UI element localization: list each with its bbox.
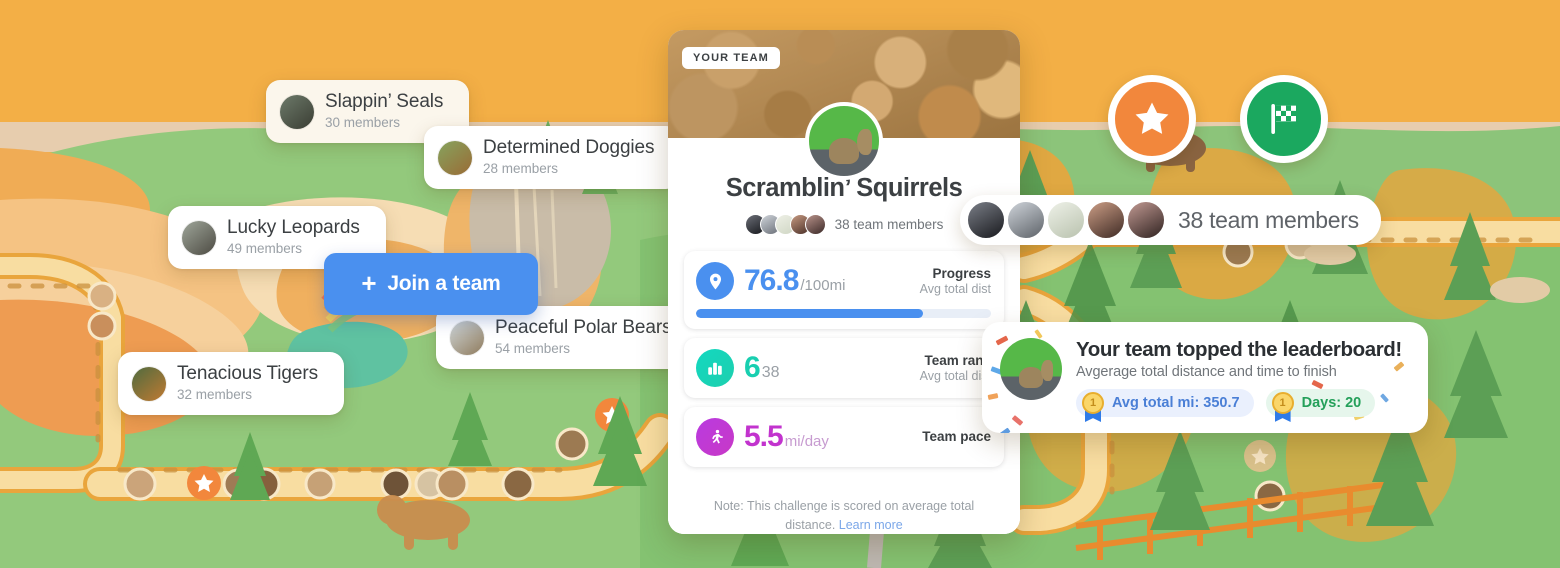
leaderboard-toast[interactable]: Your team topped the leaderboard! Avgera…: [982, 322, 1428, 433]
runner-icon: [696, 418, 734, 456]
progress-bar-fill: [696, 309, 923, 318]
your-team-badge: YOUR TEAM: [682, 47, 780, 69]
team-card-determined-doggies[interactable]: Determined Doggies 28 members: [424, 126, 681, 190]
member-count-label: 38 team members: [1178, 206, 1359, 233]
avatar: [1046, 200, 1086, 240]
toast-chips: 1 Avg total mi: 350.7 1 Days: 20: [1076, 389, 1410, 422]
team-members-summary[interactable]: 38 team members: [684, 214, 1004, 235]
stat-value: 76.8: [744, 264, 799, 297]
star-badge[interactable]: [1108, 75, 1196, 163]
tiger-avatar: [132, 366, 166, 401]
team-name: Tenacious Tigers: [177, 363, 318, 384]
toast-title: Your team topped the leaderboard!: [1076, 338, 1402, 361]
app-screen: Slappin’ Seals 30 members Determined Dog…: [0, 0, 1560, 568]
dog-avatar: [438, 140, 472, 175]
stat-label: Team pace: [922, 429, 991, 444]
team-card-peaceful-polar-bears[interactable]: Peaceful Polar Bears 54 members: [436, 306, 698, 370]
medal-rank: 1: [1271, 392, 1294, 414]
stat-row-team-rank[interactable]: 6 38 Team rank Avg total dist: [684, 338, 1004, 398]
location-pin-icon: [696, 262, 734, 300]
join-a-team-button[interactable]: + Join a team: [324, 253, 538, 315]
checkered-flag-icon: [1271, 104, 1296, 134]
stats-list: 76.8 /100mi Progress Avg total dist 6 38…: [684, 251, 1004, 467]
finish-badge[interactable]: [1240, 75, 1328, 163]
leopard-avatar: [182, 220, 216, 255]
seal-avatar: [280, 94, 314, 129]
team-member-count: 54 members: [495, 340, 571, 356]
stat-unit: 38: [761, 364, 780, 381]
team-name: Determined Doggies: [483, 137, 655, 158]
stat-value: 5.5: [744, 420, 784, 453]
avatar: [1126, 200, 1166, 240]
stat-unit: mi/day: [784, 433, 829, 450]
toast-subtitle: Avgerage total distance and time to fini…: [1076, 364, 1337, 380]
avatar: [1006, 200, 1046, 240]
team-name: Slappin’ Seals: [325, 91, 444, 112]
stat-row-team-pace[interactable]: 5.5 mi/day Team pace: [684, 407, 1004, 467]
bar-chart-icon: [696, 349, 734, 387]
stat-unit: /100mi: [800, 277, 846, 294]
team-member-count: 32 members: [177, 386, 253, 402]
learn-more-link[interactable]: Learn more: [839, 518, 903, 532]
avatar: [1086, 200, 1126, 240]
stat-label: Progress: [932, 266, 991, 281]
squirrel-avatar: [1000, 338, 1062, 400]
team-name: Peaceful Polar Bears: [495, 317, 672, 338]
bear-avatar: [450, 320, 484, 355]
confetti: [995, 335, 1009, 346]
stat-sublabel: Avg total dist: [919, 282, 991, 296]
progress-bar: [696, 309, 991, 318]
team-card-tenacious-tigers[interactable]: Tenacious Tigers 32 members: [118, 352, 344, 416]
medal-icon: 1: [1082, 392, 1104, 422]
chip-days: 1 Days: 20: [1265, 389, 1376, 422]
avatar-stack: [744, 214, 826, 235]
confetti: [987, 393, 999, 400]
star-icon: [1135, 102, 1169, 134]
stat-value: 6: [744, 351, 761, 384]
confetti: [1011, 415, 1024, 426]
team-name: Lucky Leopards: [227, 217, 360, 238]
stat-row-progress[interactable]: 76.8 /100mi Progress Avg total dist: [684, 251, 1004, 329]
team-member-count: 28 members: [483, 160, 559, 176]
chip-label: Avg total mi: 350.7: [1112, 395, 1240, 411]
team-member-count: 30 members: [325, 114, 401, 130]
chip-label: Days: 20: [1301, 395, 1362, 411]
stat-sublabel: Avg total dist: [919, 369, 991, 383]
team-members-pill[interactable]: 38 team members: [960, 195, 1381, 245]
confetti: [999, 427, 1011, 433]
your-team-card: YOUR TEAM Scramblin’ Squirrels 38 team m…: [668, 30, 1020, 534]
squirrel-avatar: [805, 102, 883, 180]
join-a-team-label: Join a team: [387, 272, 501, 295]
scoring-note: Note: This challenge is scored on averag…: [668, 481, 1020, 534]
avatar: [804, 214, 826, 235]
member-count-label: 38 team members: [834, 217, 944, 232]
avatar: [966, 200, 1006, 240]
chip-avg-total-mi: 1 Avg total mi: 350.7: [1076, 389, 1254, 422]
medal-icon: 1: [1271, 392, 1294, 422]
stat-label: Team rank: [924, 353, 991, 368]
medal-rank: 1: [1082, 392, 1104, 414]
